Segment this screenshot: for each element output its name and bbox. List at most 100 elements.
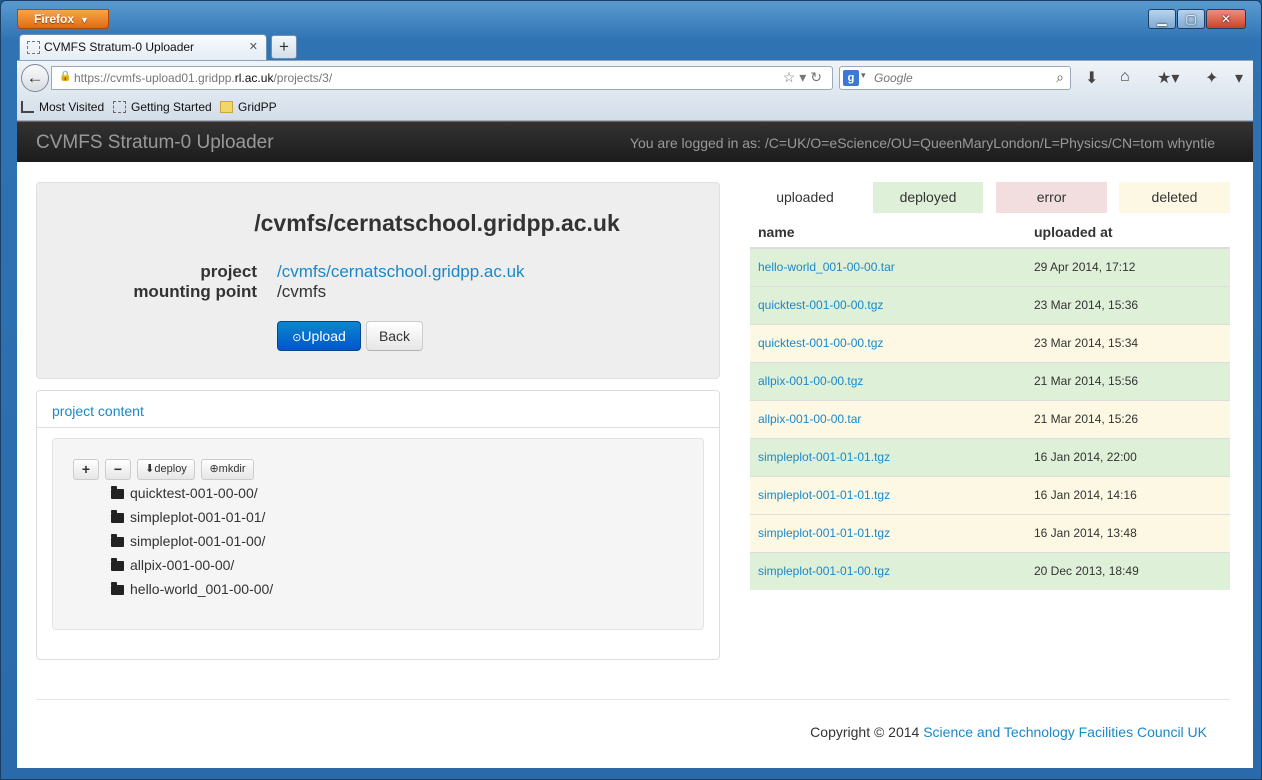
page-favicon-icon	[27, 41, 40, 54]
uploaded-at-cell: 23 Mar 2014, 15:36	[1026, 285, 1230, 324]
folder-icon	[220, 101, 233, 113]
close-tab-icon[interactable]: ✕	[249, 40, 258, 53]
logged-in-text: You are logged in as: /C=UK/O=eScience/O…	[629, 135, 1215, 151]
uploaded-at-cell: 20 Dec 2013, 18:49	[1026, 551, 1230, 590]
url-bar[interactable]: 🔒 https://cvmfs-upload01.gridpp.rl.ac.uk…	[51, 66, 833, 90]
search-bar[interactable]: g ▾ Google ⌕	[839, 66, 1071, 90]
table-row: simpleplot-001-01-01.tgz 16 Jan 2014, 22:…	[750, 437, 1230, 476]
mount-value: /cvmfs	[277, 282, 327, 301]
url-host: rl.ac.uk	[234, 71, 274, 85]
file-name-link[interactable]: quicktest-001-00-00.tgz	[750, 285, 1026, 324]
folder-icon	[111, 534, 124, 547]
bookmark-gridpp[interactable]: GridPP	[220, 100, 277, 114]
status-uploaded[interactable]: uploaded	[750, 182, 860, 213]
folder-icon	[111, 486, 124, 499]
uploaded-at-cell: 16 Jan 2014, 22:00	[1026, 437, 1230, 476]
bookmark-most-visited[interactable]: Most Visited	[21, 100, 104, 114]
minimize-button[interactable]: ▁	[1148, 9, 1176, 29]
home-icon[interactable]: ⌂	[1120, 68, 1130, 86]
file-name-link[interactable]: allpix-001-00-00.tgz	[750, 361, 1026, 400]
uploaded-at-cell: 23 Mar 2014, 15:34	[1026, 323, 1230, 362]
status-legend: uploaded deployed error deleted	[750, 182, 1230, 213]
back-link-button[interactable]: Back	[366, 321, 423, 351]
footer: Copyright © 2014 Science and Technology …	[810, 724, 1207, 740]
browser-tab[interactable]: CVMFS Stratum-0 Uploader ✕	[19, 34, 267, 60]
page-icon	[113, 101, 126, 113]
file-name-link[interactable]: simpleplot-001-01-01.tgz	[750, 513, 1026, 552]
back-button[interactable]: ←	[21, 64, 49, 92]
file-name-link[interactable]: hello-world_001-00-00.tar	[750, 247, 1026, 286]
status-deleted[interactable]: deleted	[1119, 182, 1230, 213]
google-engine-icon[interactable]: g	[843, 70, 859, 86]
file-name-link[interactable]: simpleplot-001-01-01.tgz	[750, 437, 1026, 476]
tab-title: CVMFS Stratum-0 Uploader	[44, 40, 195, 54]
folder-item[interactable]: allpix-001-00-00/	[111, 557, 234, 573]
folder-name: hello-world_001-00-00/	[130, 581, 274, 597]
chevron-down-icon: ▼	[80, 15, 89, 25]
bookmark-getting-started[interactable]: Getting Started	[113, 100, 212, 114]
addon-icon[interactable]: ✦	[1205, 68, 1218, 88]
maximize-button[interactable]: ▢	[1177, 9, 1205, 29]
app-brand[interactable]: CVMFS Stratum-0 Uploader	[36, 132, 274, 154]
deploy-label: deploy	[154, 463, 187, 475]
url-controls[interactable]: ☆▾↻	[783, 69, 826, 86]
upload-button[interactable]: ⊙Upload	[277, 321, 361, 351]
folder-item[interactable]: quicktest-001-00-00/	[111, 485, 258, 501]
chevron-down-icon: ▾	[861, 70, 866, 80]
collapse-all-button[interactable]: −	[105, 459, 131, 480]
upload-label: Upload	[301, 328, 346, 344]
menu-chevron-icon[interactable]: ▾	[1235, 68, 1243, 88]
firefox-menu-button[interactable]: Firefox ▼	[17, 9, 109, 29]
bookmarks-toolbar: Most Visited Getting Started GridPP	[17, 94, 1253, 121]
download-icon: ⬇	[145, 463, 155, 475]
deploy-button[interactable]: ⬇deploy	[137, 459, 195, 480]
file-name-link[interactable]: simpleplot-001-01-01.tgz	[750, 475, 1026, 514]
table-row: quicktest-001-00-00.tgz 23 Mar 2014, 15:3…	[750, 285, 1230, 324]
table-row: simpleplot-001-01-00.tgz 20 Dec 2013, 18:…	[750, 551, 1230, 590]
url-prefix: https://cvmfs-upload01.gridpp.	[74, 71, 235, 85]
file-name-link[interactable]: allpix-001-00-00.tar	[750, 399, 1026, 438]
expand-all-button[interactable]: +	[73, 459, 99, 480]
project-link[interactable]: /cvmfs/cernatschool.gridpp.ac.uk	[277, 262, 525, 282]
file-name-link[interactable]: simpleplot-001-01-00.tgz	[750, 551, 1026, 590]
mount-label: mounting point	[133, 282, 257, 301]
folder-item[interactable]: simpleplot-001-01-01/	[111, 509, 265, 525]
mkdir-label: mkdir	[218, 463, 246, 475]
folder-item[interactable]: hello-world_001-00-00/	[111, 581, 273, 597]
nav-toolbar: ← 🔒 https://cvmfs-upload01.gridpp.rl.ac.…	[17, 60, 1253, 94]
folder-name: quicktest-001-00-00/	[130, 485, 258, 501]
folder-icon	[111, 510, 124, 523]
uploaded-at-cell: 16 Jan 2014, 13:48	[1026, 513, 1230, 552]
column-header-uploaded-at: uploaded at	[1026, 217, 1230, 249]
panel-heading[interactable]: project content	[37, 391, 719, 428]
org-link[interactable]: Science and Technology Facilities Counci…	[923, 724, 1207, 740]
mkdir-button[interactable]: ⊕mkdir	[201, 459, 254, 480]
download-icon[interactable]: ⬇	[1085, 68, 1098, 88]
column-header-name: name	[750, 217, 1026, 249]
folder-item[interactable]: simpleplot-001-01-00/	[111, 533, 265, 549]
browser-window: Firefox ▼ ▁ ▢ ✕ CVMFS Stratum-0 Uploader …	[0, 0, 1262, 780]
uploaded-at-cell: 21 Mar 2014, 15:26	[1026, 399, 1230, 438]
status-error[interactable]: error	[996, 182, 1107, 213]
table-row: quicktest-001-00-00.tgz 23 Mar 2014, 15:3…	[750, 323, 1230, 362]
table-row: allpix-001-00-00.tar 21 Mar 2014, 15:26	[750, 399, 1230, 438]
bookmarks-menu-icon[interactable]: ★▾	[1157, 68, 1179, 88]
close-window-button[interactable]: ✕	[1206, 9, 1246, 29]
file-tree: + − ⬇deploy ⊕mkdir quicktest-001-00-00/ …	[52, 438, 704, 630]
url-path: /projects/3/	[273, 71, 333, 85]
uploaded-at-cell: 21 Mar 2014, 15:56	[1026, 361, 1230, 400]
uploaded-at-cell: 29 Apr 2014, 17:12	[1026, 247, 1230, 286]
file-name-link[interactable]: quicktest-001-00-00.tgz	[750, 323, 1026, 362]
search-icon[interactable]: ⌕	[1056, 69, 1064, 86]
project-info: /cvmfs/cernatschool.gridpp.ac.uk project…	[36, 182, 720, 379]
folder-name: allpix-001-00-00/	[130, 557, 235, 573]
lock-icon: 🔒	[59, 71, 72, 82]
page-content: CVMFS Stratum-0 Uploader You are logged …	[17, 122, 1253, 768]
table-row: allpix-001-00-00.tgz 21 Mar 2014, 15:56	[750, 361, 1230, 400]
status-deployed[interactable]: deployed	[873, 182, 983, 213]
most-visited-icon	[21, 101, 34, 113]
new-tab-button[interactable]: +	[271, 35, 297, 59]
bookmark-label: GridPP	[238, 100, 277, 114]
tab-strip: CVMFS Stratum-0 Uploader ✕ +	[19, 34, 1259, 60]
folder-name: simpleplot-001-01-00/	[130, 533, 266, 549]
